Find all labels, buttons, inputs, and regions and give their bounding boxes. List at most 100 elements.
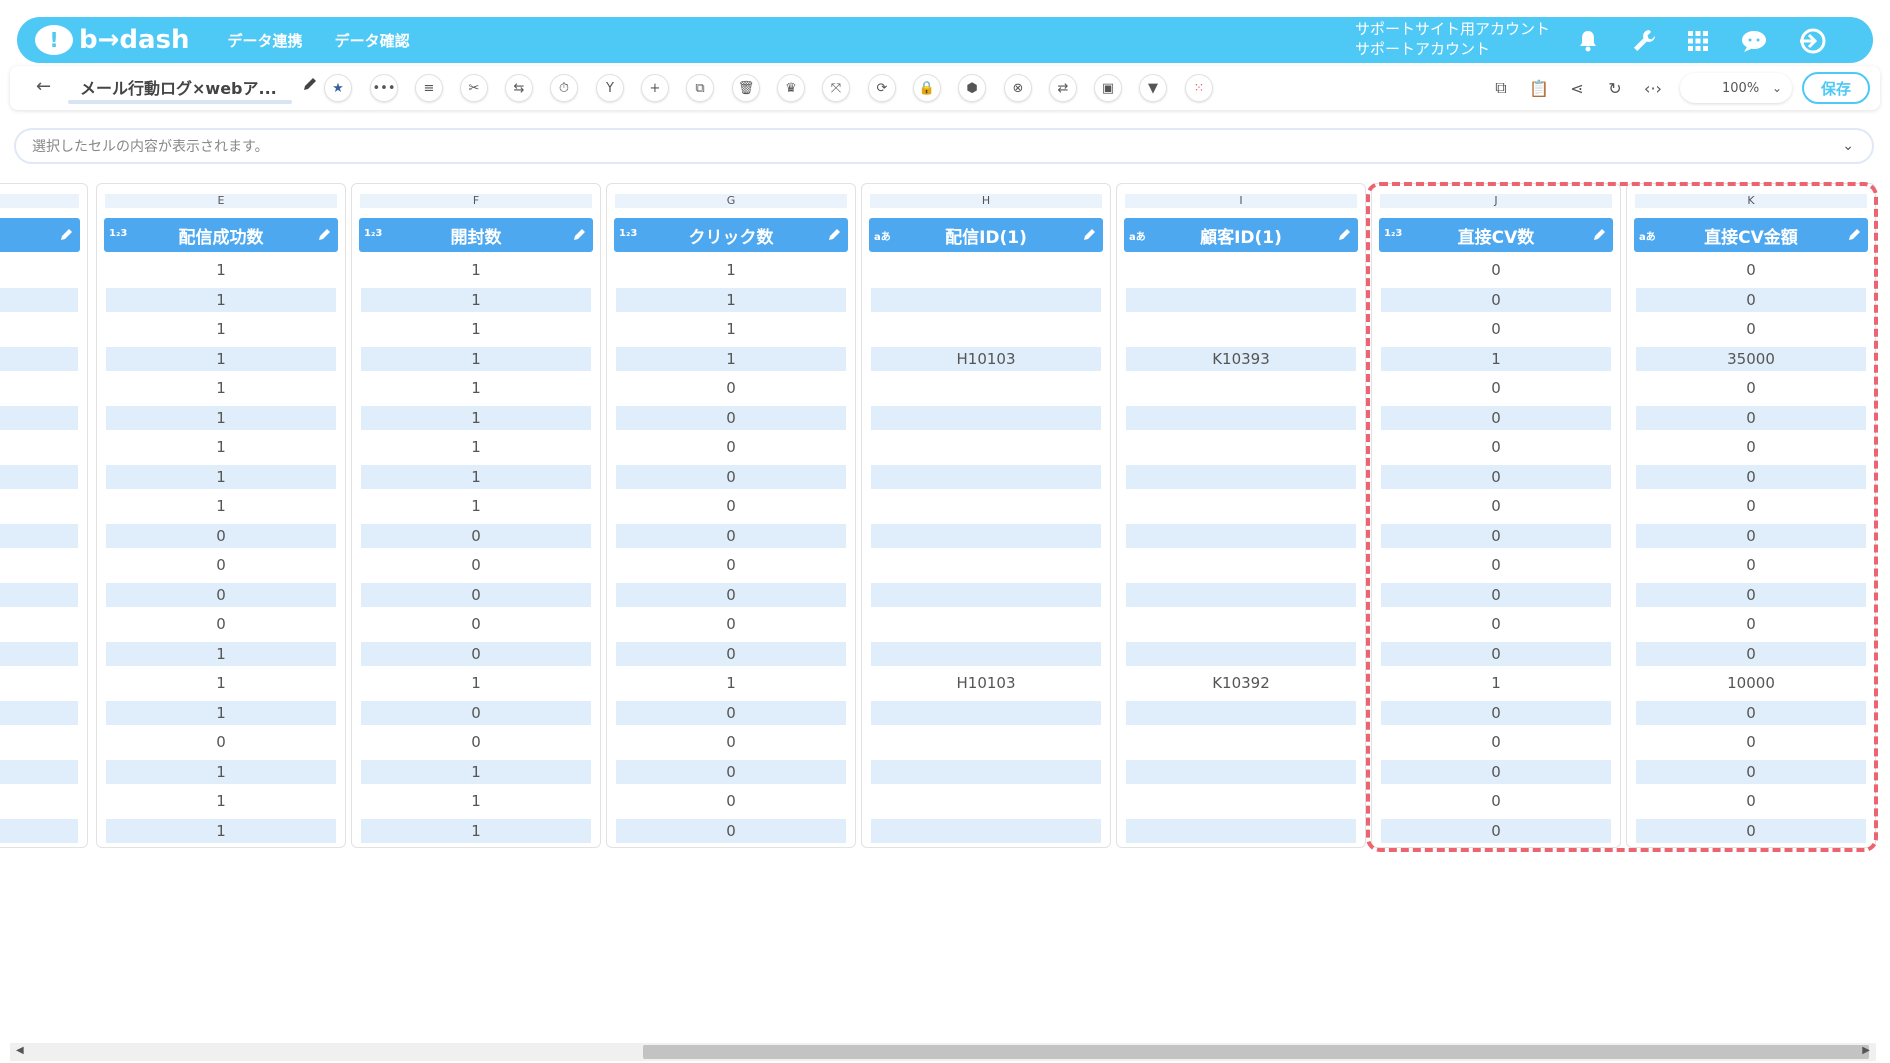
column-letter[interactable]: G — [615, 194, 847, 208]
table-cell[interactable]: 1 — [361, 287, 591, 312]
back-arrow-icon[interactable]: ← — [36, 76, 51, 97]
crown-icon[interactable]: ♛ — [777, 74, 805, 102]
repeat-icon[interactable]: ⟳ — [868, 74, 896, 102]
table-cell[interactable] — [1126, 523, 1356, 548]
more-dots-icon[interactable]: ••• — [370, 74, 398, 102]
timer-icon[interactable]: ⏱ — [550, 74, 578, 102]
table-cell[interactable]: 0 — [1636, 730, 1866, 754]
table-cell[interactable]: 0 — [1636, 553, 1866, 577]
table-cell[interactable]: 1 — [616, 317, 846, 341]
table-cell[interactable]: 1 — [106, 789, 336, 813]
table-cell[interactable]: 0 — [361, 730, 591, 754]
table-cell[interactable] — [1126, 553, 1356, 577]
column-letter[interactable]: I — [1125, 194, 1357, 208]
table-cell[interactable]: 1 — [361, 376, 591, 400]
table-cell[interactable]: 1 — [1381, 346, 1611, 371]
table-cell[interactable] — [1126, 818, 1356, 843]
table-cell[interactable]: 0 — [1636, 523, 1866, 548]
table-cell[interactable]: 0 — [1381, 258, 1611, 282]
table-cell[interactable] — [0, 435, 78, 459]
edit-pencil-icon[interactable] — [1083, 226, 1097, 246]
edit-pencil-icon[interactable] — [1338, 226, 1352, 246]
table-cell[interactable]: 0 — [616, 435, 846, 459]
table-cell[interactable]: 0 — [616, 523, 846, 548]
table-cell[interactable] — [1126, 405, 1356, 430]
table-cell[interactable] — [0, 553, 78, 577]
table-cell[interactable]: 0 — [1381, 317, 1611, 341]
table-cell[interactable] — [871, 612, 1101, 636]
table-cell[interactable]: 1 — [106, 317, 336, 341]
table-cell[interactable]: 0 — [1636, 818, 1866, 843]
table-cell[interactable] — [1126, 435, 1356, 459]
logout-icon[interactable] — [1797, 26, 1827, 56]
table-cell[interactable]: 0 — [361, 700, 591, 725]
table-cell[interactable]: 0 — [361, 523, 591, 548]
table-cell[interactable] — [871, 641, 1101, 666]
table-cell[interactable] — [1126, 258, 1356, 282]
table-cell[interactable] — [1126, 317, 1356, 341]
flow-title[interactable]: メール行動ログ×webア... — [80, 75, 277, 99]
table-cell[interactable]: 1 — [616, 346, 846, 371]
column-letter[interactable]: E — [105, 194, 337, 208]
column-header[interactable]: 1₂3 クリック数 — [614, 218, 848, 252]
code-arrows-icon[interactable]: ‹·› — [1640, 76, 1666, 100]
table-cell[interactable] — [1126, 789, 1356, 813]
column-letter[interactable]: F — [360, 194, 592, 208]
table-cell[interactable]: 1 — [106, 258, 336, 282]
table-cell[interactable]: 1 — [361, 435, 591, 459]
table-cell[interactable]: 0 — [1381, 730, 1611, 754]
table-cell[interactable]: 1 — [616, 287, 846, 312]
copy-icon[interactable]: ⧉ — [686, 74, 714, 102]
table-cell[interactable]: K10393 — [1126, 346, 1356, 371]
trash-icon[interactable]: 🗑 — [732, 74, 760, 102]
column-header[interactable]: 1₂3 直接CV数 — [1379, 218, 1613, 252]
table-cell[interactable]: 0 — [1381, 818, 1611, 843]
table-cell[interactable]: 1 — [361, 317, 591, 341]
table-cell[interactable]: 1 — [361, 671, 591, 695]
table-cell[interactable]: 1 — [1381, 671, 1611, 695]
table-cell[interactable] — [0, 789, 78, 813]
table-cell[interactable]: 0 — [1636, 494, 1866, 518]
table-cell[interactable]: 1 — [106, 376, 336, 400]
table-cell[interactable] — [871, 405, 1101, 430]
table-cell[interactable] — [871, 376, 1101, 400]
chevron-down-icon[interactable]: ⌄ — [1842, 138, 1854, 154]
zoom-select[interactable]: 100% ⌄ — [1680, 73, 1792, 103]
scrollbar-thumb[interactable] — [643, 1045, 1869, 1059]
table-cell[interactable]: 1 — [361, 405, 591, 430]
table-cell[interactable]: 1 — [106, 405, 336, 430]
table-cell[interactable] — [1126, 759, 1356, 784]
merge-columns-icon[interactable]: ⇆ — [505, 74, 533, 102]
table-cell[interactable]: 1 — [106, 759, 336, 784]
table-cell[interactable]: 0 — [361, 641, 591, 666]
table-cell[interactable]: 0 — [1636, 376, 1866, 400]
table-cell[interactable]: 0 — [1381, 405, 1611, 430]
table-cell[interactable] — [0, 346, 78, 371]
table-cell[interactable] — [0, 494, 78, 518]
table-cell[interactable] — [871, 582, 1101, 607]
column-header[interactable]: aあ 直接CV金額 — [1634, 218, 1868, 252]
table-cell[interactable]: 1 — [106, 464, 336, 489]
table-cell[interactable] — [0, 730, 78, 754]
table-cell[interactable]: 1 — [106, 287, 336, 312]
column-header[interactable]: 1₂3 配信成功数 — [104, 218, 338, 252]
table-cell[interactable] — [0, 641, 78, 666]
table-cell[interactable]: 0 — [1381, 494, 1611, 518]
horizontal-scrollbar[interactable]: ◀ ▶ — [10, 1043, 1876, 1061]
lock-icon[interactable]: 🔒 — [913, 74, 941, 102]
table-cell[interactable]: 0 — [616, 582, 846, 607]
share-icon[interactable]: ⋖ — [1564, 76, 1590, 100]
table-cell[interactable]: 1 — [361, 346, 591, 371]
table-cell[interactable] — [0, 700, 78, 725]
table-cell[interactable]: 1 — [361, 464, 591, 489]
scroll-right-icon[interactable]: ▶ — [1862, 1045, 1870, 1056]
table-cell[interactable]: 0 — [616, 405, 846, 430]
edit-pencil-icon[interactable] — [828, 226, 842, 246]
edit-pencil-icon[interactable] — [60, 226, 74, 246]
table-cell[interactable]: H10103 — [871, 346, 1101, 371]
table-cell[interactable]: 0 — [361, 612, 591, 636]
table-cell[interactable] — [871, 523, 1101, 548]
table-cell[interactable]: 1 — [361, 818, 591, 843]
table-cell[interactable]: 0 — [1636, 759, 1866, 784]
frame-icon[interactable]: ▣ — [1094, 74, 1122, 102]
